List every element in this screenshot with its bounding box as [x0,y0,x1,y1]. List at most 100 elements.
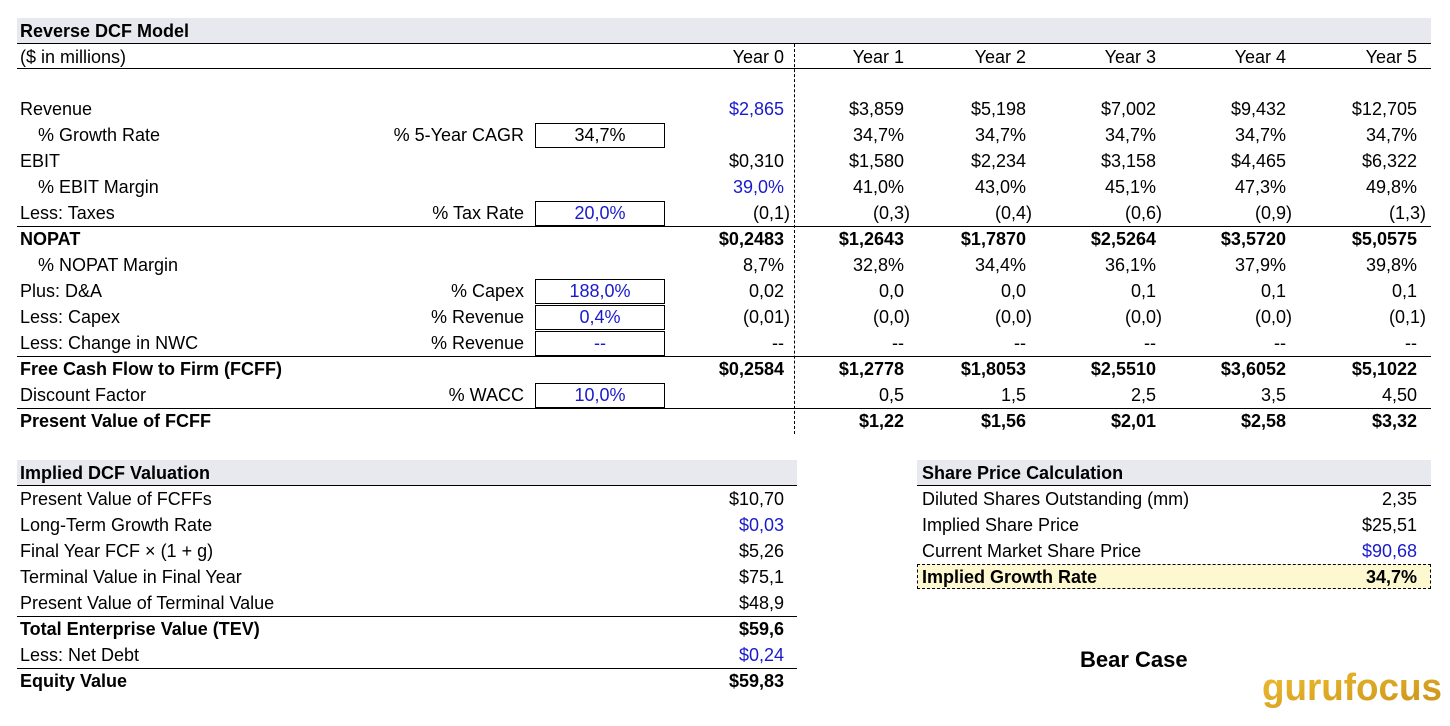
row-label: Plus: D&A [20,281,103,301]
row-value: 34,7% [1234,125,1286,145]
row-label: Less: Capex [20,307,121,327]
row-value: $1,22 [858,411,904,431]
row-value: (0,1) [752,203,790,223]
row-value: 49,8% [1365,177,1417,197]
year-header: Year 5 [1365,47,1417,67]
assumption-label: % 5-Year CAGR [393,125,524,145]
svg-text:gurufocus: gurufocus [1262,667,1442,709]
assumption-label: % Revenue [430,307,524,327]
share-value: $25,51 [1361,515,1417,535]
year-header: Year 0 [732,47,784,67]
row-value: $1,2643 [838,229,904,249]
row-label: % NOPAT Margin [38,255,179,275]
units-label: ($ in millions) [20,47,127,67]
row-value: 4,50 [1381,385,1417,405]
share-label: Diluted Shares Outstanding (mm) [922,489,1190,509]
row-value: $1,7870 [960,229,1026,249]
dcf-label: Long-Term Growth Rate [20,515,213,535]
row-label: NOPAT [20,229,81,249]
tax-rate-input[interactable]: 20,0% [535,201,665,226]
row-value: 0,5 [878,385,904,405]
row-value: 32,8% [852,255,904,275]
row-value: 3,5 [1260,385,1286,405]
row-label: EBIT [20,151,61,171]
row-value: (0,6) [1124,203,1162,223]
row-value: (0,0) [994,307,1032,327]
dcf-value: $59,83 [728,671,784,691]
row-value: $3,5720 [1220,229,1286,249]
row-label: Free Cash Flow to Firm (FCFF) [20,359,283,379]
row-value: 34,7% [1104,125,1156,145]
row-value: $1,2778 [838,359,904,379]
row-value: (1,3) [1388,203,1426,223]
row-value: $4,465 [1230,151,1286,171]
row-value: 0,1 [1130,281,1156,301]
scenario-label: Bear Case [1080,647,1188,672]
row-value: $12,705 [1351,99,1417,119]
nwc-revenue-input[interactable]: -- [535,331,665,356]
row-label: % EBIT Margin [38,177,159,197]
assumption-label: % Revenue [430,333,524,353]
row-value: -- [1144,333,1156,353]
dcf-label: Equity Value [20,671,128,691]
row-value: 39,8% [1365,255,1417,275]
dcf-value: $0,24 [738,645,784,665]
dcf-value: $0,03 [738,515,784,535]
row-value: 37,9% [1234,255,1286,275]
row-value: $1,580 [848,151,904,171]
row-value: $2,5264 [1090,229,1156,249]
row-value: -- [1274,333,1286,353]
assumption-label: % Capex [450,281,524,301]
row-label: Revenue [20,99,93,119]
dcf-label: Terminal Value in Final Year [20,567,242,587]
row-value: 34,4% [974,255,1026,275]
row-value: $5,1022 [1351,359,1417,379]
row-value: $2,5510 [1090,359,1156,379]
dcf-label: Total Enterprise Value (TEV) [20,619,260,639]
share-label: Implied Growth Rate [922,567,1098,587]
row-value: 43,0% [974,177,1026,197]
row-value: 34,7% [974,125,1026,145]
title-band [17,18,1431,43]
share-label: Implied Share Price [922,515,1080,535]
row-value: 34,7% [852,125,904,145]
row-value: -- [1405,333,1417,353]
row-value: 41,0% [852,177,904,197]
row-value: 45,1% [1104,177,1156,197]
da-capex-input[interactable]: 188,0% [535,279,665,304]
dcf-value: $48,9 [738,593,784,613]
share-value: 2,35 [1381,489,1417,509]
row-value: 0,02 [748,281,784,301]
row-value: -- [772,333,784,353]
year-header: Year 2 [974,47,1026,67]
row-label: % Growth Rate [38,125,161,145]
row-value: 2,5 [1130,385,1156,405]
year0-separator [794,44,795,434]
dcf-value: $75,1 [738,567,784,587]
row-value: 0,0 [878,281,904,301]
row-value: (0,0) [1124,307,1162,327]
share-label: Current Market Share Price [922,541,1142,561]
row-label: Discount Factor [20,385,147,405]
row-value: $3,6052 [1220,359,1286,379]
row-value: $2,865 [728,99,784,119]
dcf-label: Less: Net Debt [20,645,140,665]
row-value: $7,002 [1100,99,1156,119]
row-value: $2,58 [1240,411,1286,431]
row-value: (0,4) [994,203,1032,223]
row-label: Less: Change in NWC [20,333,199,353]
capex-revenue-input[interactable]: 0,4% [535,305,665,330]
share-price-title: Share Price Calculation [922,463,1124,483]
wacc-input[interactable]: 10,0% [535,383,665,408]
assumption-label: % WACC [448,385,524,405]
row-value: (0,3) [872,203,910,223]
row-value: 36,1% [1104,255,1156,275]
dcf-value: $59,6 [738,619,784,639]
row-value: $1,56 [980,411,1026,431]
row-value: 47,3% [1234,177,1286,197]
row-value: 39,0% [732,177,784,197]
row-value: 8,7% [742,255,784,275]
year-header: Year 4 [1234,47,1286,67]
year-header: Year 3 [1104,47,1156,67]
cagr-input[interactable]: 34,7% [535,123,665,148]
